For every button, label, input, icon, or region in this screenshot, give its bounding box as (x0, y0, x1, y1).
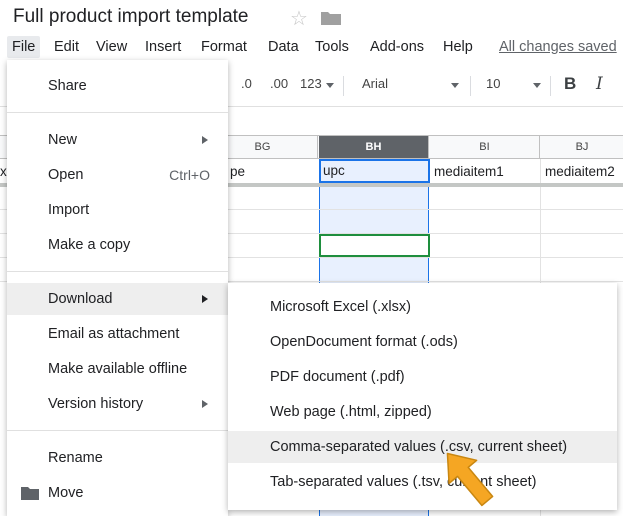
menu-tools[interactable]: Tools (310, 36, 354, 58)
menu-file[interactable]: File (7, 36, 41, 58)
font-select[interactable]: Arial (362, 76, 388, 91)
column-header-bj[interactable]: BJ (541, 136, 623, 158)
column-header-bh[interactable]: BH (319, 136, 429, 158)
download-ods[interactable]: OpenDocument format (.ods) (228, 326, 617, 358)
file-menu-version-history[interactable]: Version history (7, 388, 228, 420)
menu-separator (7, 112, 228, 113)
italic-button[interactable]: I (596, 74, 603, 94)
file-menu-new-label: New (48, 132, 78, 148)
menu-view[interactable]: View (91, 36, 132, 58)
column-header-bi[interactable]: BI (430, 136, 540, 158)
menu-separator (7, 430, 228, 431)
file-menu-version-history-label: Version history (48, 396, 144, 412)
file-menu-download-label: Download (48, 291, 113, 307)
file-menu-make-copy[interactable]: Make a copy (7, 229, 228, 261)
save-status-link[interactable]: All changes saved (499, 36, 617, 58)
file-menu-make-offline[interactable]: Make available offline (7, 353, 228, 385)
download-csv-label: Comma-separated values (.csv, current sh… (270, 439, 568, 455)
submenu-arrow-icon (202, 136, 208, 144)
file-menu-share[interactable]: Share (7, 70, 228, 102)
folder-icon[interactable] (320, 10, 342, 26)
decrease-decimal-button[interactable]: .0 (241, 76, 252, 91)
menu-insert[interactable]: Insert (140, 36, 186, 58)
toolbar-divider (343, 76, 344, 96)
download-csv[interactable]: Comma-separated values (.csv, current sh… (228, 431, 617, 463)
download-xlsx-label: Microsoft Excel (.xlsx) (270, 299, 411, 315)
toolbar-divider (550, 76, 551, 96)
bold-button[interactable]: B (564, 74, 576, 94)
file-menu-new[interactable]: New (7, 124, 228, 156)
file-menu-download[interactable]: Download (7, 283, 228, 315)
file-menu-email-attachment-label: Email as attachment (48, 326, 180, 342)
menu-data[interactable]: Data (263, 36, 304, 58)
menu-format[interactable]: Format (196, 36, 252, 58)
menu-addons[interactable]: Add-ons (365, 36, 429, 58)
menu-edit[interactable]: Edit (49, 36, 84, 58)
download-xlsx[interactable]: Microsoft Excel (.xlsx) (228, 291, 617, 323)
cell-bj1[interactable]: mediaitem2 (541, 161, 623, 183)
file-menu: Share New Open Ctrl+O Import Make a copy… (7, 60, 228, 516)
download-pdf-label: PDF document (.pdf) (270, 369, 405, 385)
file-menu-open-label: Open (48, 167, 84, 183)
download-ods-label: OpenDocument format (.ods) (270, 334, 458, 350)
download-html[interactable]: Web page (.html, zipped) (228, 396, 617, 428)
file-menu-make-offline-label: Make available offline (48, 361, 188, 377)
folder-icon (21, 487, 39, 500)
file-menu-rename[interactable]: Rename (7, 442, 228, 474)
toolbar-divider (470, 76, 471, 96)
file-menu-rename-label: Rename (48, 450, 103, 466)
cell-bg1[interactable]: pe (226, 161, 318, 183)
pointer-arrow-icon (446, 452, 494, 507)
font-size-select[interactable]: 10 (486, 76, 500, 91)
download-tsv[interactable]: Tab-separated values (.tsv, current shee… (228, 466, 617, 498)
download-submenu: Microsoft Excel (.xlsx) OpenDocument for… (228, 283, 617, 510)
font-caret-icon (451, 83, 459, 88)
document-title[interactable]: Full product import template (13, 6, 249, 28)
more-formats-caret-icon (326, 83, 334, 88)
file-menu-import-label: Import (48, 202, 90, 218)
menu-bar: File Edit View Insert Format Data Tools … (5, 36, 623, 58)
file-menu-open[interactable]: Open Ctrl+O (7, 159, 228, 191)
cell-bi1[interactable]: mediaitem1 (430, 161, 540, 183)
menu-help[interactable]: Help (438, 36, 478, 58)
cell-bh1-value: upc (323, 163, 345, 178)
file-menu-make-copy-label: Make a copy (48, 237, 131, 253)
file-menu-email-attachment[interactable]: Email as attachment (7, 318, 228, 350)
submenu-arrow-icon (202, 400, 208, 408)
file-menu-move-label: Move (48, 485, 84, 501)
file-menu-share-label: Share (48, 78, 87, 94)
menu-separator (7, 271, 228, 272)
increase-decimal-button[interactable]: .00 (270, 76, 288, 91)
submenu-arrow-icon (202, 295, 208, 303)
font-size-caret-icon (533, 83, 541, 88)
more-formats-button[interactable]: 123 (300, 76, 322, 91)
file-menu-import[interactable]: Import (7, 194, 228, 226)
cell-bh1[interactable]: upc (319, 159, 430, 183)
star-icon[interactable]: ☆ (290, 6, 308, 31)
download-pdf[interactable]: PDF document (.pdf) (228, 361, 617, 393)
file-menu-move[interactable]: Move (7, 477, 228, 509)
active-cell[interactable] (319, 234, 430, 257)
file-menu-open-shortcut: Ctrl+O (169, 167, 210, 183)
download-html-label: Web page (.html, zipped) (270, 404, 432, 420)
